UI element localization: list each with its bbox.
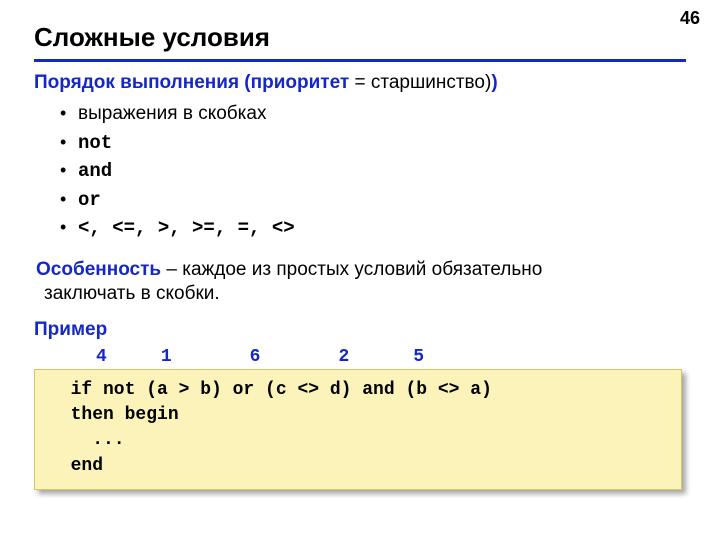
feature-dash: – [161, 259, 182, 280]
digit-4: 4 [96, 347, 150, 367]
bullet-text: <, <=, >, >=, =, <> [78, 217, 295, 239]
slide: 46 Сложные условия Порядок выполнения (п… [0, 0, 720, 540]
priority-digits-row: 4 1 6 2 5 [96, 347, 686, 367]
page-number: 46 [680, 8, 700, 29]
bullet-text: выражения в скобках [78, 103, 266, 124]
digit-1: 1 [161, 347, 239, 367]
bullet-parentheses: выражения в скобках [60, 100, 686, 129]
feature-lead: Особенность [36, 259, 161, 280]
bullet-and: and [60, 157, 686, 186]
order-heading-lead: Порядок выполнения (приоритет [34, 72, 349, 93]
digit-6: 6 [250, 347, 328, 367]
digit-5: 5 [413, 347, 507, 367]
order-heading-suffix: = старшинство) [349, 72, 491, 93]
order-bullets: выражения в скобках not and or <, <=, >,… [60, 100, 686, 243]
slide-title: Сложные условия [34, 22, 686, 57]
feature-text-1: каждое из простых условий обязательно [182, 259, 542, 280]
bullet-comparisons: <, <=, >, >=, =, <> [60, 214, 686, 243]
feature-line-2: заключать в скобки. [44, 283, 686, 305]
bullet-text: not [78, 132, 112, 154]
feature-line-1: Особенность – каждое из простых условий … [36, 257, 686, 284]
order-heading: Порядок выполнения (приоритет = старшинс… [34, 72, 686, 94]
digit-2: 2 [338, 347, 402, 367]
bullet-text: and [78, 160, 112, 182]
bullet-or: or [60, 186, 686, 215]
title-underline [34, 59, 686, 62]
bullet-text: or [78, 189, 101, 211]
example-label: Пример [34, 319, 686, 341]
bullet-not: not [60, 129, 686, 158]
order-heading-close: ) [491, 72, 497, 93]
code-box: if not (a > b) or (c <> d) and (b <> a) … [34, 369, 682, 490]
